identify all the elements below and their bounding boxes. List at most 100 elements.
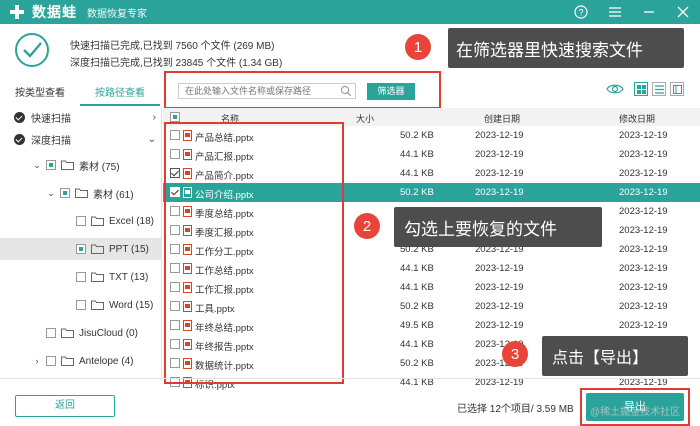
tree-checkbox[interactable]	[76, 216, 86, 226]
callout-3-text: 点击【导出】	[552, 350, 649, 367]
folder-icon	[91, 300, 104, 310]
tree-item-label: 素材 (61)	[93, 189, 134, 201]
folder-icon	[61, 160, 74, 170]
grid-view-icon[interactable]	[634, 82, 648, 96]
callout-3-badge: 3	[502, 341, 528, 367]
tab-by-path[interactable]: 按路径查看	[80, 84, 160, 106]
file-created-date: 2023-12-19	[475, 282, 524, 293]
sidebar: 快速扫描 › 深度扫描 ⌄ ⌄ 素材 (75) ⌄ 素材 (61) Excel …	[0, 106, 162, 378]
help-icon[interactable]: ?	[572, 3, 590, 21]
search-input[interactable]	[179, 84, 337, 98]
file-created-date: 2023-12-19	[475, 130, 524, 141]
svg-text:?: ?	[578, 8, 583, 18]
callout-1: 在筛选器里快速搜索文件	[448, 28, 684, 68]
chevron-right-icon[interactable]: ›	[153, 112, 156, 123]
tree-checkbox[interactable]	[60, 188, 70, 198]
column-modified[interactable]: 修改日期	[619, 112, 655, 125]
file-size: 49.5 KB	[400, 320, 434, 331]
callout-2: 勾选上要恢复的文件	[394, 207, 602, 247]
chevron-down-icon[interactable]: ⌄	[46, 188, 56, 199]
tree-checkbox[interactable]	[76, 244, 86, 254]
close-icon[interactable]	[674, 3, 692, 21]
tree-item-label: Excel (18)	[109, 215, 155, 227]
tree-item[interactable]: Excel (18)	[0, 212, 162, 230]
file-modified-date: 2023-12-19	[619, 263, 668, 274]
select-all-checkbox[interactable]	[170, 112, 180, 122]
deep-scan-summary: 深度扫描已完成,已找到 23845 个文件 (1.34 GB)	[70, 58, 283, 69]
sidebar-item-label: 深度扫描	[31, 135, 71, 147]
scan-complete-icon	[15, 33, 49, 67]
folder-icon	[61, 328, 74, 338]
title-bar: 数据蛙 数据恢复专家 ?	[0, 0, 700, 24]
eye-icon[interactable]	[606, 82, 624, 96]
file-size: 44.1 KB	[400, 339, 434, 350]
folder-icon	[75, 188, 88, 198]
tree-item[interactable]: TXT (13)	[0, 268, 162, 286]
tree-checkbox[interactable]	[76, 300, 86, 310]
view-options	[606, 82, 684, 96]
file-modified-date: 2023-12-19	[619, 244, 668, 255]
view-tabs: 按类型查看 按路径查看	[0, 84, 160, 106]
sidebar-item-label: 快速扫描	[31, 113, 71, 125]
menu-icon[interactable]	[606, 3, 624, 21]
tree-item[interactable]: PPT (15)	[0, 238, 162, 260]
file-modified-date: 2023-12-19	[619, 301, 668, 312]
search-icon[interactable]	[340, 85, 352, 97]
callout-2-text: 勾选上要恢复的文件	[404, 219, 557, 239]
watermark: @稀土掘金技术社区	[590, 407, 681, 418]
footer-bar: 返回 已选择 12个项目/ 3.59 MB 导出 @稀土掘金技术社区	[0, 378, 700, 426]
folder-icon	[91, 272, 104, 282]
tree-item-label: Word (15)	[109, 299, 154, 311]
tab-by-type[interactable]: 按类型查看	[0, 84, 80, 106]
callout-1-badge: 1	[405, 34, 431, 60]
file-created-date: 2023-12-19	[475, 301, 524, 312]
back-button[interactable]: 返回	[15, 395, 115, 417]
callout-2-badge: 2	[354, 213, 380, 239]
file-modified-date: 2023-12-19	[619, 149, 668, 160]
minimize-icon[interactable]	[640, 3, 658, 21]
selection-highlight-box	[164, 122, 344, 384]
chevron-down-icon[interactable]: ⌄	[32, 160, 42, 171]
file-created-date: 2023-12-19	[475, 320, 524, 331]
tree-checkbox[interactable]	[46, 160, 56, 170]
app-logo-icon	[8, 3, 26, 21]
app-name: 数据蛙	[32, 4, 77, 20]
callout-3: 点击【导出】	[542, 336, 688, 376]
filter-button[interactable]: 筛选器	[367, 83, 415, 100]
file-modified-date: 2023-12-19	[619, 225, 668, 236]
column-size[interactable]: 大小	[356, 112, 374, 125]
sidebar-item-deep-scan[interactable]: 深度扫描 ⌄	[0, 130, 162, 148]
file-size: 44.1 KB	[400, 282, 434, 293]
file-modified-date: 2023-12-19	[619, 168, 668, 179]
file-size: 50.2 KB	[400, 301, 434, 312]
chevron-right-icon[interactable]: ›	[32, 356, 42, 366]
file-modified-date: 2023-12-19	[619, 320, 668, 331]
detail-view-icon[interactable]	[670, 82, 684, 96]
selection-info: 已选择 12个项目/ 3.59 MB	[457, 404, 574, 415]
file-created-date: 2023-12-19	[475, 149, 524, 160]
file-size: 44.1 KB	[400, 149, 434, 160]
file-size: 50.2 KB	[400, 130, 434, 141]
file-created-date: 2023-12-19	[475, 187, 524, 198]
column-created[interactable]: 创建日期	[484, 112, 520, 125]
file-modified-date: 2023-12-19	[619, 206, 668, 217]
tree-item[interactable]: Word (15)	[0, 296, 162, 314]
tree-checkbox[interactable]	[76, 272, 86, 282]
folder-icon	[91, 216, 104, 226]
folder-icon	[91, 244, 104, 254]
tree-item[interactable]: JisuCloud (0)	[0, 324, 162, 342]
file-size: 44.1 KB	[400, 168, 434, 179]
tree-checkbox[interactable]	[46, 328, 56, 338]
file-size: 50.2 KB	[400, 187, 434, 198]
tree-checkbox[interactable]	[46, 356, 56, 366]
file-modified-date: 2023-12-19	[619, 187, 668, 198]
chevron-down-icon[interactable]: ⌄	[148, 134, 156, 145]
sidebar-item-quick-scan[interactable]: 快速扫描 ›	[0, 108, 162, 126]
tree-item[interactable]: ⌄ 素材 (61)	[0, 184, 162, 202]
list-view-icon[interactable]	[652, 82, 666, 96]
tree-item[interactable]: › Antelope (4)	[0, 352, 162, 370]
quick-scan-summary: 快速扫描已完成,已找到 7560 个文件 (269 MB)	[70, 41, 275, 52]
file-modified-date: 2023-12-19	[619, 282, 668, 293]
checked-dot-icon	[14, 111, 25, 123]
tree-item[interactable]: ⌄ 素材 (75)	[0, 156, 162, 174]
